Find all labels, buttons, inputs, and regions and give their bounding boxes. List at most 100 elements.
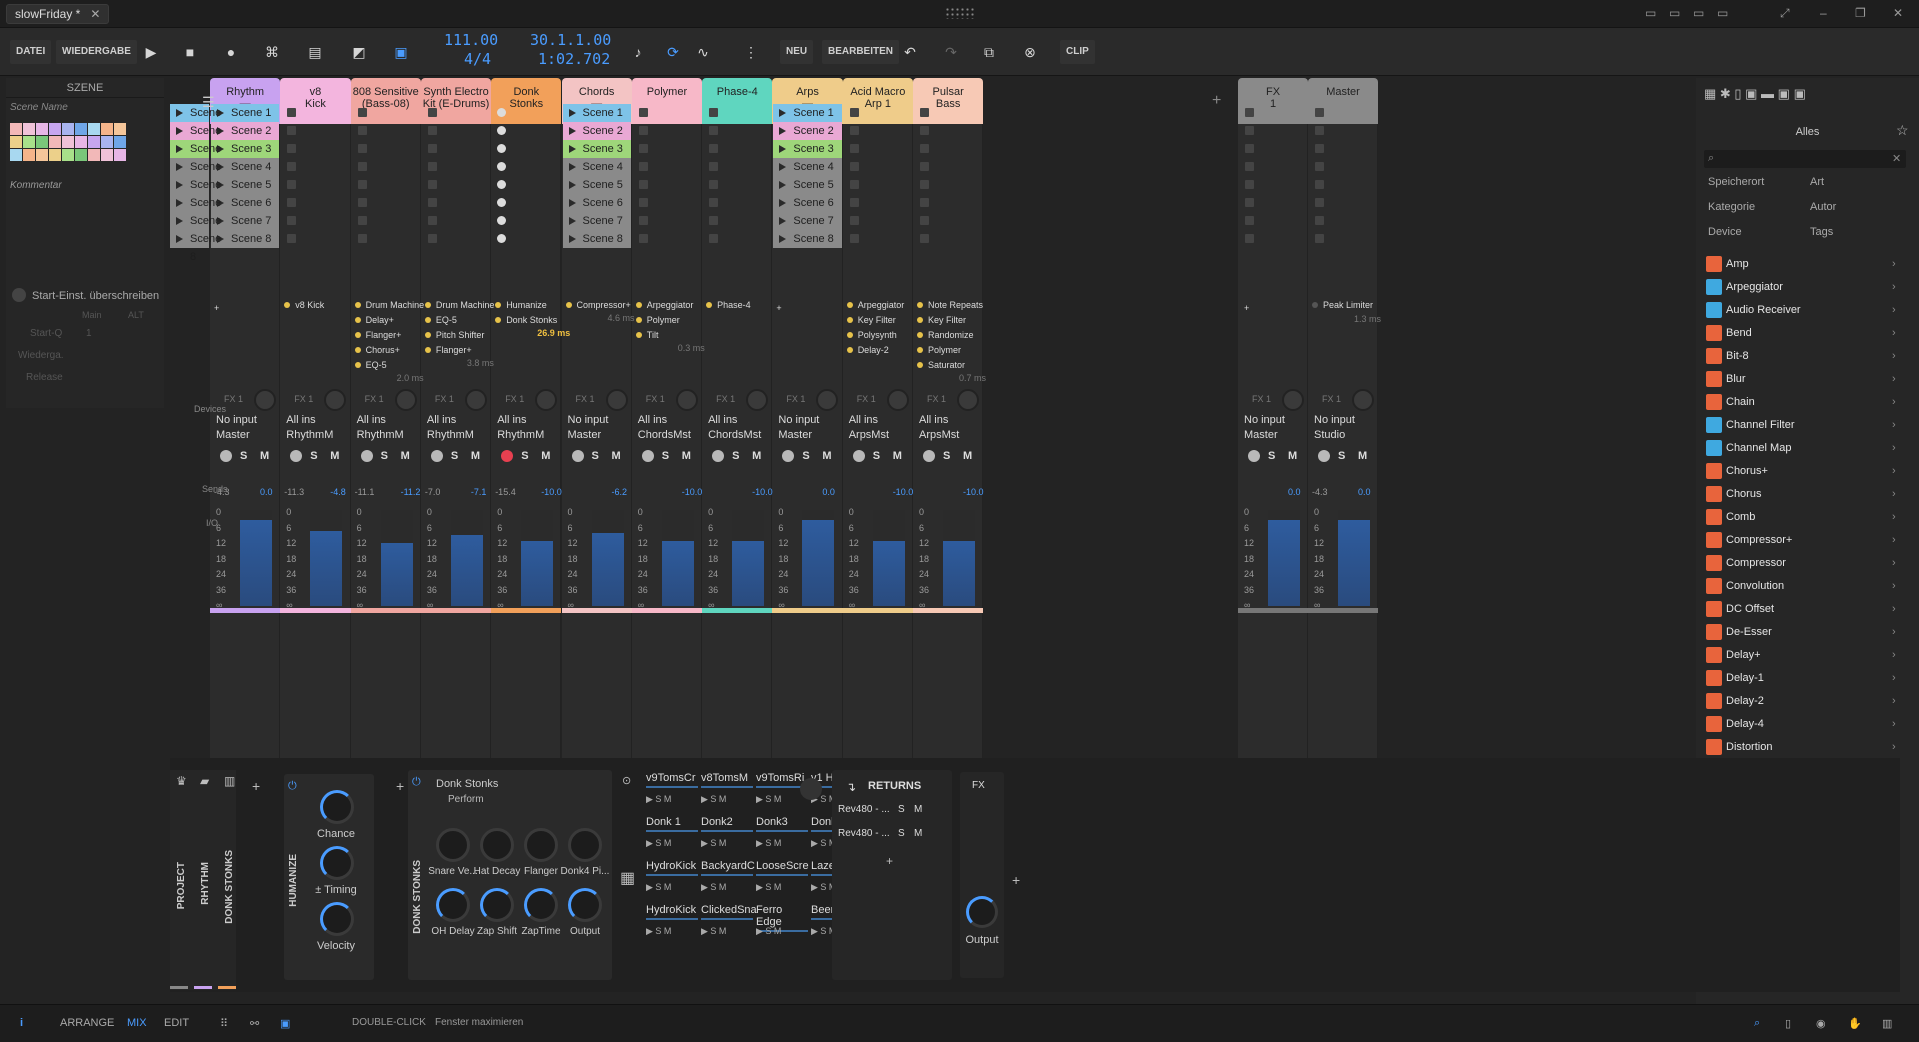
output-select[interactable]: ArpsMst [849,429,889,441]
output-select[interactable]: Master [216,429,250,441]
duplicate-icon[interactable]: ⧉ [976,40,1002,64]
clip-slot[interactable] [638,180,648,189]
return-1-solo[interactable]: S [898,804,905,815]
volume-readout[interactable]: -11.3 [284,487,304,497]
color-swatch[interactable] [10,123,22,135]
clip-slot[interactable] [427,198,437,207]
color-swatch[interactable] [114,149,126,161]
chevron-right-icon[interactable]: › [1892,716,1896,732]
maximize-icon[interactable]: ❐ [1855,6,1866,20]
clip-slot[interactable] [357,234,367,243]
add-device-icon-2[interactable]: + [396,778,404,794]
color-swatch[interactable] [36,136,48,148]
level-meter[interactable] [802,519,835,606]
scene-clip[interactable]: Scene 7 [211,212,280,230]
browser-tabs[interactable]: ▦ ✱ ▯ ▣ ▬ ▣ ▣ [1704,86,1904,104]
clip-slot[interactable] [638,126,648,135]
clip-slot[interactable] [427,162,437,171]
clip-slot[interactable] [287,162,297,171]
clip-slot[interactable] [849,126,859,135]
edit-menu-button[interactable]: BEARBEITEN [822,40,900,64]
drum-pad[interactable]: HydroKick [646,904,698,920]
pad-controls[interactable]: ▶ S M [701,926,726,937]
scene-clip[interactable]: Scene 8 [562,230,631,248]
clip-slot[interactable] [287,216,297,225]
send-knob[interactable] [886,389,909,411]
clip-slot[interactable] [920,180,929,189]
scene-clip[interactable]: Scene 2 [211,122,280,140]
scene-clip[interactable]: Scene 7 [562,212,631,230]
color-swatch[interactable] [10,149,22,161]
record-arm-button[interactable] [1318,450,1330,462]
clip-slot[interactable] [427,180,437,189]
color-swatch[interactable] [49,136,61,148]
clip-slot[interactable] [1245,180,1254,189]
layout-3-icon[interactable]: ▭ [1693,6,1704,20]
clip-slot[interactable] [920,198,929,207]
color-swatch[interactable] [23,136,35,148]
add-device-icon[interactable]: + [1244,299,1249,317]
send-knob[interactable] [394,389,417,411]
track-header[interactable]: Polymer [631,78,703,124]
clip-slot[interactable] [849,198,859,207]
browser-item[interactable]: Chain › [1706,394,1896,410]
clip-slot[interactable] [1245,198,1254,207]
power-icon[interactable]: ⏻ [288,780,297,793]
time-display[interactable]: 1:02.702 [538,50,610,68]
chevron-right-icon[interactable]: › [1892,325,1896,341]
grid-view-icon[interactable]: ⠿ [220,1017,228,1030]
time-signature-display[interactable]: 4/4 [464,50,491,68]
color-swatch[interactable] [88,123,100,135]
clip-slot[interactable] [357,108,367,117]
clip-menu-button[interactable]: CLIP [1060,40,1095,64]
clip-slot[interactable] [638,234,648,243]
scene-clip[interactable]: Scene 3 [773,140,842,158]
record-arm-button[interactable] [430,450,443,462]
chevron-right-icon[interactable]: › [1892,578,1896,594]
output-select[interactable]: Master [778,429,812,441]
tap-tempo-icon[interactable]: ♪ [625,40,651,64]
return-1-mute[interactable]: M [914,804,922,815]
level-meter[interactable] [380,542,413,606]
clip-slot[interactable] [920,108,929,117]
metronome-icon[interactable]: ▣ [388,40,414,64]
search-status-icon[interactable]: ⌕ [1754,1017,1760,1030]
perform-dropdown[interactable]: Perform [448,794,484,805]
piano-tab-icon[interactable]: ▥ [224,774,235,788]
clip-slot[interactable] [1315,180,1324,189]
clip-slot[interactable] [638,198,648,207]
record-arm-button[interactable] [571,450,584,462]
clip-slot[interactable] [1245,234,1254,243]
scene-clip[interactable]: Scene 8 [773,230,842,248]
project-tab-icon[interactable]: ♛ [176,774,187,788]
chevron-right-icon[interactable]: › [1892,670,1896,686]
device-slot[interactable]: Saturator [917,356,965,374]
chevron-right-icon[interactable]: › [1892,693,1896,709]
new-button[interactable]: NEU [780,40,814,64]
output-select[interactable]: ArpsMst [919,429,959,441]
output-select[interactable]: Studio [1314,429,1345,441]
scene-clip[interactable]: Scene 5 [773,176,842,194]
solo-button[interactable]: S [381,450,388,462]
crossfade-icon[interactable]: ∿ [690,40,716,64]
chevron-right-icon[interactable]: › [1892,417,1896,433]
level-meter[interactable] [310,531,343,606]
mute-button[interactable]: M [401,450,410,462]
chevron-right-icon[interactable]: › [1892,647,1896,663]
clip-slot[interactable] [709,144,719,153]
solo-button[interactable]: S [592,450,599,462]
browser-item[interactable]: Comb › [1706,509,1896,525]
volume-readout[interactable]: -4.3 [1312,487,1328,497]
output-select[interactable]: Master [1244,429,1278,441]
drum-pad[interactable]: Donk 1 [646,816,698,832]
color-swatch[interactable] [75,136,87,148]
loop-icon[interactable]: ⟳ [660,40,686,64]
clip-slot[interactable] [849,108,859,117]
add-track-icon[interactable]: + [1212,92,1221,110]
project-tab[interactable]: PROJECT [176,862,187,909]
scene-launch[interactable]: Scene 7 [170,212,221,245]
clip-slot[interactable] [849,234,859,243]
level-meter[interactable] [872,540,905,606]
scene-clip[interactable]: Scene 4 [211,158,280,176]
color-swatch[interactable] [36,149,48,161]
